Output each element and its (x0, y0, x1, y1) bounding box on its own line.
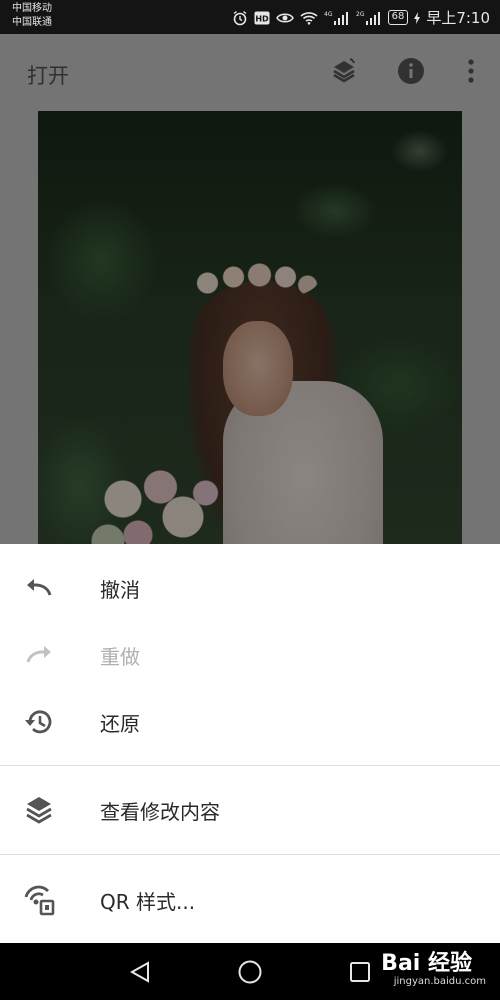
layers-icon (22, 793, 56, 827)
menu-item-undo-label: 撤消 (100, 577, 140, 602)
history-icon (22, 705, 56, 739)
back-icon[interactable] (125, 957, 155, 987)
status-icons: HD 4G 2G 68 早上7:10 (232, 7, 490, 28)
redo-icon (22, 638, 56, 672)
menu-item-qr-style-label: QR 样式... (100, 889, 196, 914)
network-2-label: 2G (356, 11, 365, 18)
watermark-logo: Bai 经验 (381, 951, 472, 976)
menu-divider (0, 765, 500, 766)
menu-item-revert[interactable]: 还原 (0, 689, 500, 755)
hd-icon: HD (254, 11, 270, 25)
signal-4g-icon: 4G (324, 10, 350, 26)
signal-2g-icon: 2G (356, 10, 382, 26)
qr-style-icon (22, 883, 56, 917)
charging-icon (414, 11, 421, 24)
menu-item-qr-style[interactable]: QR 样式... (0, 867, 500, 933)
alarm-icon (232, 10, 248, 26)
menu-item-view-edits-label: 查看修改内容 (100, 799, 220, 824)
status-bar: 中国移动 中国联通 HD 4G 2G 68 早上7:10 (0, 0, 500, 34)
battery-indicator: 68 (387, 10, 409, 25)
carrier-2: 中国联通 (12, 17, 52, 28)
wifi-icon (300, 11, 318, 25)
bottom-sheet-menu: 撤消 重做 还原 查看修改内容 QR 样式... (0, 544, 500, 943)
menu-item-redo[interactable]: 重做 (0, 622, 500, 688)
watermark-url: jingyan.baidu.com (393, 976, 486, 987)
network-1-label: 4G (324, 11, 333, 18)
svg-text:HD: HD (255, 14, 269, 23)
menu-item-view-edits[interactable]: 查看修改内容 (0, 777, 500, 843)
menu-item-undo[interactable]: 撤消 (0, 555, 500, 621)
eye-icon (275, 12, 294, 24)
menu-item-revert-label: 还原 (100, 711, 140, 736)
home-icon[interactable] (235, 957, 265, 987)
recent-apps-icon[interactable] (345, 957, 375, 987)
undo-icon (22, 571, 56, 605)
carrier-info: 中国移动 中国联通 (12, 2, 52, 30)
clock: 早上7:10 (426, 9, 490, 27)
menu-divider (0, 854, 500, 855)
carrier-1: 中国移动 (12, 3, 52, 14)
menu-item-redo-label: 重做 (100, 644, 140, 669)
